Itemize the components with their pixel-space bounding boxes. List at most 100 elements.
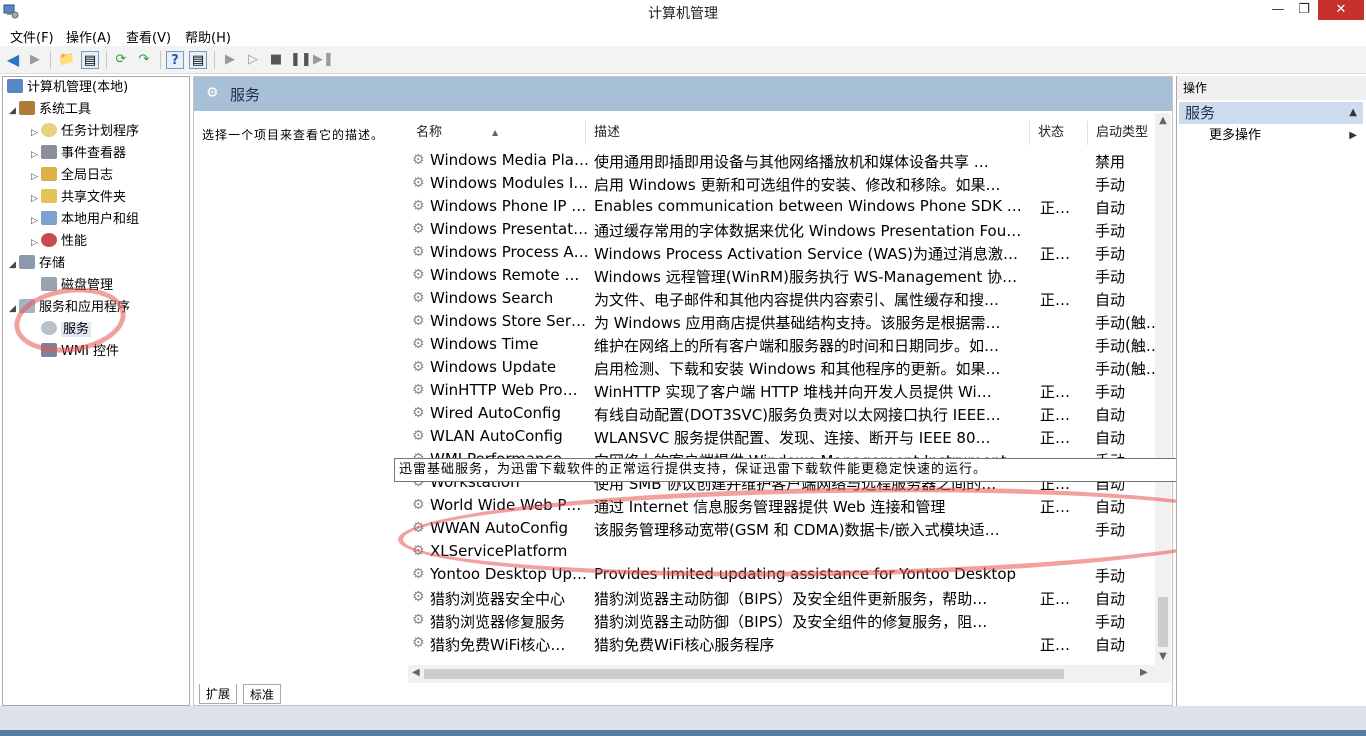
restart-service-icon[interactable]: ▶❚ bbox=[313, 51, 334, 69]
scroll-right-icon[interactable]: ▶ bbox=[1140, 667, 1148, 678]
tree-item-storage[interactable]: ◢ 存储 bbox=[9, 253, 65, 275]
properties-icon[interactable]: ▤ bbox=[189, 51, 207, 69]
refresh-icon[interactable]: ⟳ bbox=[112, 51, 130, 69]
show-hide-tree-icon[interactable]: ▤ bbox=[81, 51, 99, 69]
hscroll-thumb[interactable] bbox=[424, 669, 1064, 679]
table-row[interactable]: ⚙ Windows Search 为文件、电子邮件和其他内容提供内容索引、属性缓存和… bbox=[408, 287, 1153, 310]
service-status: 正… bbox=[1040, 406, 1071, 424]
expand-arrow-icon[interactable]: ▷ bbox=[31, 144, 41, 166]
collapse-arrow-icon[interactable]: ◢ bbox=[9, 100, 19, 122]
service-description: 为 Windows 应用商店提供基础结构支持。该服务是根据需… bbox=[594, 314, 1001, 332]
menu-view[interactable]: 查看(V) bbox=[126, 27, 171, 46]
panel-header: ⚙ 服务 bbox=[194, 77, 1172, 111]
tab-extended[interactable]: 扩展 bbox=[199, 684, 238, 704]
maximize-button[interactable]: ❐ bbox=[1292, 0, 1316, 20]
table-row[interactable]: ⚙ Windows Phone IP … Enables communication… bbox=[408, 195, 1153, 218]
more-actions[interactable]: 更多操作 ▶ bbox=[1209, 126, 1359, 146]
table-row[interactable]: ⚙ Windows Update 启用检测、下载和安装 Windows 和其他程序的… bbox=[408, 356, 1155, 379]
table-row[interactable]: ⚙ 猎豹浏览器修复服务 猎豹浏览器主动防御（BIPS）及安全组件的修复服务，阻… 手动 bbox=[408, 609, 1153, 632]
tree-item-shared-folders[interactable]: ▷ 共享文件夹 bbox=[31, 187, 126, 209]
service-name: Windows Update bbox=[430, 358, 557, 376]
scroll-down-icon[interactable]: ▼ bbox=[1155, 651, 1171, 662]
tree-item-event-viewer[interactable]: ▷ 事件查看器 bbox=[31, 143, 126, 165]
stop-service-icon[interactable]: ■ bbox=[267, 51, 285, 69]
actions-section-services[interactable]: 服务 ▲ bbox=[1179, 102, 1363, 124]
tree-label: 共享文件夹 bbox=[61, 190, 127, 205]
table-row[interactable]: ⚙ Windows Store Ser… 为 Windows 应用商店提供基础结构支… bbox=[408, 310, 1155, 333]
column-header-description[interactable]: 描述 bbox=[586, 121, 1030, 145]
close-button[interactable]: ✕ bbox=[1318, 0, 1364, 20]
gear-icon: ⚙ bbox=[412, 313, 425, 329]
tree-item-system-tools[interactable]: ◢ 系统工具 bbox=[9, 99, 91, 121]
service-description: 为文件、电子邮件和其他内容提供内容索引、属性缓存和搜… bbox=[594, 291, 1000, 309]
services-panel: ⚙ 服务 选择一个项目来查看它的描述。 名称 ▲ 描述 状态 启动类型 ⚙ Wind… bbox=[193, 76, 1173, 706]
column-header-name[interactable]: 名称 ▲ bbox=[408, 121, 586, 145]
tree-item-performance[interactable]: ▷ 性能 bbox=[31, 231, 87, 253]
tree-item-task-scheduler[interactable]: ▷ 任务计划程序 bbox=[31, 121, 139, 143]
gear-icon: ⚙ bbox=[412, 612, 425, 628]
table-row[interactable]: ⚙ Windows Time 维护在网络上的所有客户端和服务器的时间和日期同步。如…… bbox=[408, 333, 1155, 356]
horizontal-scrollbar[interactable]: ◀ ▶ bbox=[408, 665, 1155, 683]
table-row[interactable]: ⚙ Windows Presentati… 通过缓存常用的字体数据来优化 Windo… bbox=[408, 218, 1153, 241]
users-icon bbox=[41, 211, 57, 225]
scroll-left-icon[interactable]: ◀ bbox=[412, 667, 420, 678]
menu-help[interactable]: 帮助(H) bbox=[185, 27, 231, 46]
collapse-up-icon[interactable]: ▲ bbox=[1349, 102, 1357, 124]
scroll-thumb[interactable] bbox=[1158, 597, 1168, 647]
service-description: Enables communication between Windows Ph… bbox=[594, 197, 1026, 215]
service-status: 正… bbox=[1040, 291, 1071, 309]
tree-label: 本地用户和组 bbox=[61, 212, 140, 227]
service-description: 猎豹免费WiFi核心服务程序 bbox=[594, 636, 775, 654]
service-description: 有线自动配置(DOT3SVC)服务负责对以太网接口执行 IEEE… bbox=[594, 406, 1001, 424]
service-name: 猎豹浏览器修复服务 bbox=[430, 613, 566, 631]
column-label: 状态 bbox=[1038, 125, 1065, 140]
tree-item-local-users[interactable]: ▷ 本地用户和组 bbox=[31, 209, 139, 231]
tree-item-global-log[interactable]: ▷ 全局日志 bbox=[31, 165, 113, 187]
expand-arrow-icon[interactable]: ▷ bbox=[31, 188, 41, 210]
service-description: 使用通用即插即用设备与其他网络播放机和媒体设备共享 … bbox=[594, 153, 989, 171]
tree-label: 计算机管理(本地) bbox=[27, 80, 129, 95]
table-row[interactable]: ⚙ 猎豹浏览器安全中心 猎豹浏览器主动防御（BIPS）及安全组件更新服务，帮助… 正…… bbox=[408, 586, 1153, 609]
table-row[interactable]: ⚙ 猎豹免费WiFi核心… 猎豹免费WiFi核心服务程序 正… 自动 bbox=[408, 632, 1153, 655]
expand-arrow-icon[interactable]: ▷ bbox=[31, 210, 41, 232]
start-service-icon[interactable]: ▶ bbox=[221, 51, 239, 69]
gear-icon: ⚙ bbox=[412, 244, 425, 260]
gear-icon: ⚙ bbox=[412, 290, 425, 306]
expand-arrow-icon[interactable]: ▷ bbox=[31, 232, 41, 254]
table-row[interactable]: ⚙ Windows Remote M… Windows 远程管理(WinRM)服务执… bbox=[408, 264, 1153, 287]
expand-arrow-icon[interactable]: ▷ bbox=[31, 122, 41, 144]
table-row[interactable]: ⚙ Wired AutoConfig 有线自动配置(DOT3SVC)服务负责对以太网… bbox=[408, 402, 1153, 425]
gear-icon: ⚙ bbox=[412, 198, 425, 214]
minimize-button[interactable]: — bbox=[1266, 0, 1290, 20]
table-row[interactable]: ⚙ Windows Media Pla… 使用通用即插即用设备与其他网络播放机和媒体… bbox=[408, 149, 1153, 172]
forward-arrow-icon[interactable]: ▶ bbox=[26, 51, 44, 69]
table-row[interactable]: ⚙ Windows Process A… Windows Process Activ… bbox=[408, 241, 1153, 264]
menu-file[interactable]: 文件(F) bbox=[10, 27, 54, 46]
collapse-arrow-icon[interactable]: ◢ bbox=[9, 254, 19, 276]
tree-item-root[interactable]: 计算机管理(本地) bbox=[7, 77, 128, 99]
service-description: WLANSVC 服务提供配置、发现、连接、断开与 IEEE 80… bbox=[594, 429, 991, 447]
tab-standard[interactable]: 标准 bbox=[243, 684, 282, 704]
help-icon[interactable]: ? bbox=[166, 51, 184, 69]
service-startup-type: 自动 bbox=[1095, 291, 1126, 309]
table-row[interactable]: ⚙ WinHTTP Web Pro… WinHTTP 实现了客户端 HTTP 堆栈并… bbox=[408, 379, 1153, 402]
scroll-up-icon[interactable]: ▲ bbox=[1155, 115, 1171, 126]
pause-service-icon[interactable]: ❚❚ bbox=[290, 51, 312, 69]
up-folder-icon[interactable]: 📁 bbox=[58, 51, 76, 69]
column-header-status[interactable]: 状态 bbox=[1030, 121, 1088, 145]
service-status: 正… bbox=[1040, 383, 1071, 401]
export-list-icon[interactable]: ↷ bbox=[135, 51, 153, 69]
service-startup-type: 手动 bbox=[1095, 222, 1126, 240]
vertical-scrollbar[interactable]: ▲ ▼ bbox=[1155, 113, 1171, 683]
gear-icon: ⚙ bbox=[412, 589, 425, 605]
service-name: Windows Modules I… bbox=[430, 174, 589, 192]
service-startup-type: 手动(触… bbox=[1095, 337, 1155, 355]
table-row[interactable]: ⚙ WLAN AutoConfig WLANSVC 服务提供配置、发现、连接、断开与… bbox=[408, 425, 1153, 448]
table-row[interactable]: ⚙ Windows Modules I… 启用 Windows 更新和可选组件的安装… bbox=[408, 172, 1153, 195]
column-header-startup[interactable]: 启动类型 bbox=[1088, 121, 1158, 145]
gear-icon: ⚙ bbox=[412, 497, 425, 513]
back-arrow-icon[interactable]: ◀ bbox=[4, 51, 22, 69]
expand-arrow-icon[interactable]: ▷ bbox=[31, 166, 41, 188]
menu-action[interactable]: 操作(A) bbox=[66, 27, 111, 46]
start-service-2-icon[interactable]: ▷ bbox=[244, 51, 262, 69]
